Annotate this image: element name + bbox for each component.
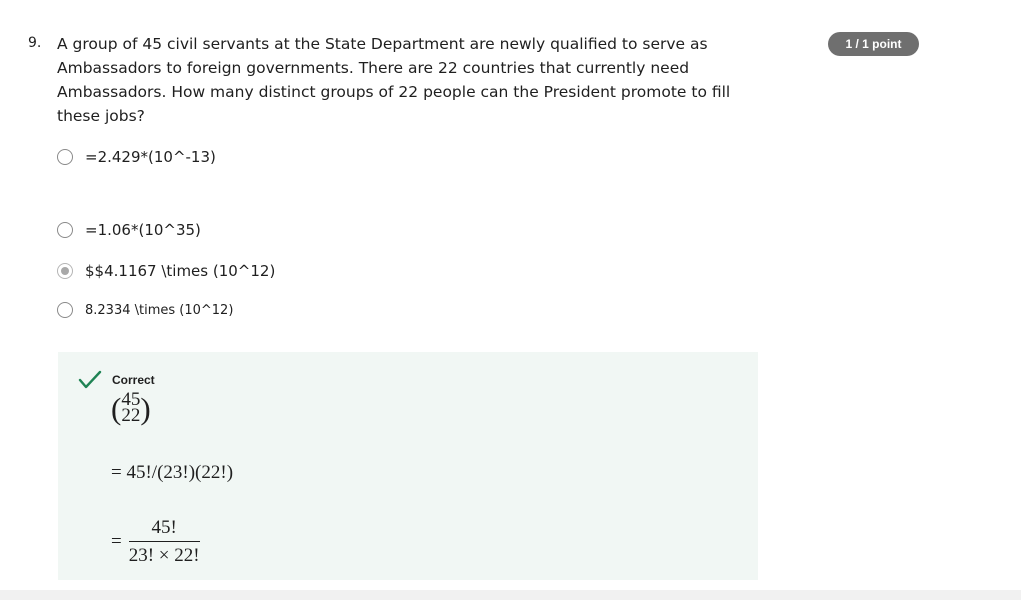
- radio-button-selected[interactable]: [57, 263, 73, 279]
- bottom-divider: [0, 590, 1021, 600]
- radio-button[interactable]: [57, 149, 73, 165]
- points-badge: 1 / 1 point: [828, 32, 919, 56]
- option-4[interactable]: 8.2334 \times (10^12): [57, 302, 233, 318]
- feedback-panel: Correct ( 45 22 ) = 45!/(23!)(22!) = 45!…: [58, 352, 758, 580]
- binomial-stack: 45 22: [121, 390, 141, 426]
- equation-step-2: = 45! 23! × 22!: [111, 517, 200, 567]
- option-label: =2.429*(10^-13): [85, 148, 216, 166]
- option-3[interactable]: $$4.1167 \times (10^12): [57, 262, 275, 280]
- equation-step-1: = 45!/(23!)(22!): [111, 462, 234, 483]
- option-1[interactable]: =2.429*(10^-13): [57, 148, 216, 166]
- binomial-coefficient: ( 45 22 ): [111, 390, 151, 426]
- fraction: 45! 23! × 22!: [128, 517, 200, 567]
- option-2[interactable]: =1.06*(10^35): [57, 221, 201, 239]
- radio-button[interactable]: [57, 222, 73, 238]
- checkmark-icon: [78, 370, 102, 389]
- fraction-denominator: 23! × 22!: [128, 545, 200, 566]
- radio-button[interactable]: [57, 302, 73, 318]
- left-paren: (: [111, 390, 122, 426]
- fraction-numerator: 45!: [151, 517, 177, 538]
- radio-dot: [61, 267, 69, 275]
- option-label: =1.06*(10^35): [85, 221, 201, 239]
- feedback-status: Correct: [112, 373, 155, 387]
- equals-sign: =: [111, 531, 122, 552]
- binom-k: 22: [121, 405, 141, 426]
- option-label: $$4.1167 \times (10^12): [85, 262, 276, 280]
- option-label: 8.2334 \times (10^12): [85, 302, 234, 318]
- question-number: 9.: [28, 35, 42, 51]
- question-text: A group of 45 civil servants at the Stat…: [57, 35, 731, 125]
- right-paren: ): [140, 390, 151, 426]
